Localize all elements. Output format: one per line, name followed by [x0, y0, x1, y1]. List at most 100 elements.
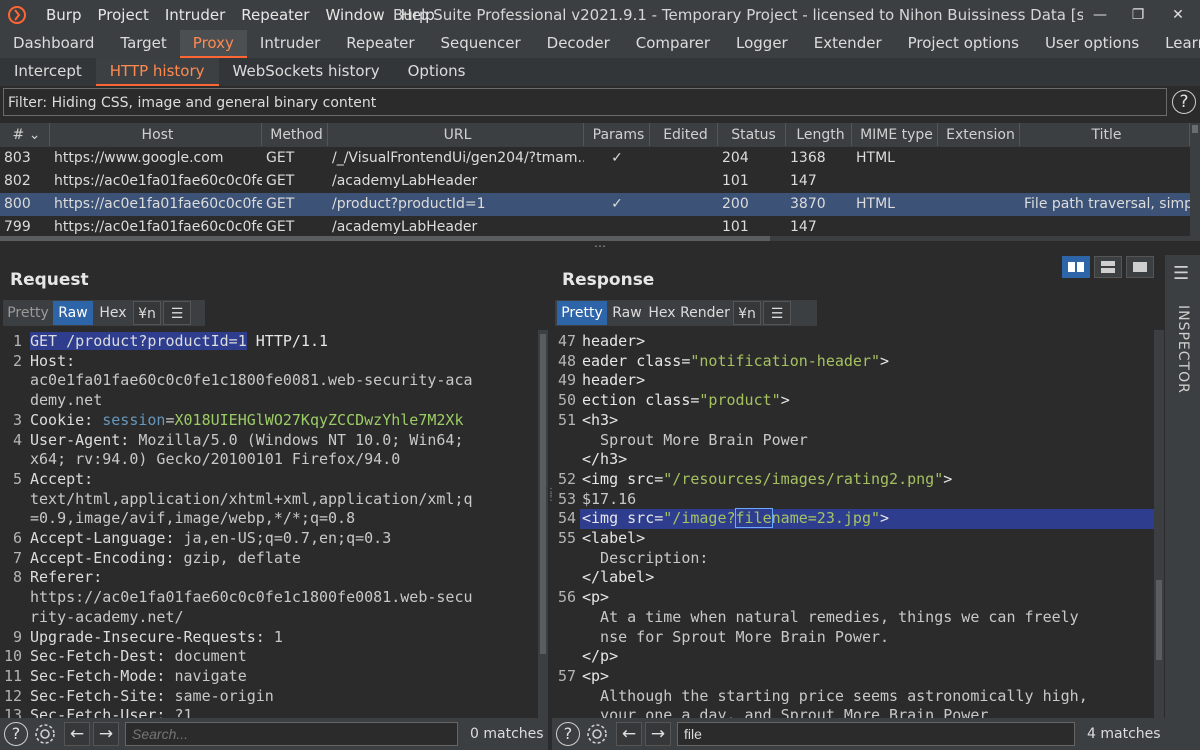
tab-project-options[interactable]: Project options	[895, 30, 1032, 58]
code-token: Accept-Language:	[30, 529, 184, 547]
code-token: your one a day, and Sprout More Brain Po…	[582, 706, 989, 718]
pane-divider-handle[interactable]: ⋯	[592, 240, 608, 252]
line-number: 10	[3, 647, 22, 666]
burp-logo-icon	[8, 6, 26, 24]
cell-host: https://ac0e1fa01fae60c0c0fe...	[54, 196, 262, 212]
window-title: Burp Suite Professional v2021.9.1 - Temp…	[393, 6, 1083, 24]
response-tab-newline[interactable]: ¥n	[733, 301, 761, 325]
close-button[interactable]: ✕	[1158, 0, 1198, 30]
tab-comparer[interactable]: Comparer	[623, 30, 723, 58]
menu-intruder[interactable]: Intruder	[157, 6, 233, 24]
column-header-mime-type[interactable]: MIME type	[852, 123, 938, 146]
layout-stacked-button[interactable]	[1094, 256, 1122, 278]
request-tab-raw[interactable]: Raw	[53, 301, 93, 325]
code-token: header>	[582, 332, 646, 350]
subtab-websockets-history[interactable]: WebSockets history	[219, 58, 394, 86]
tab-intruder[interactable]: Intruder	[247, 30, 333, 58]
subtab-options[interactable]: Options	[394, 58, 480, 86]
code-token: ection	[582, 391, 646, 410]
help-icon[interactable]: ?	[4, 722, 28, 746]
layout-side-by-side-button[interactable]	[1062, 256, 1090, 278]
column-header-host[interactable]: Host	[50, 123, 262, 146]
request-scrollbar[interactable]	[538, 330, 548, 718]
tab-extender[interactable]: Extender	[801, 30, 895, 58]
code-token: src	[627, 469, 655, 488]
tab-logger[interactable]: Logger	[723, 30, 801, 58]
response-search-input[interactable]	[677, 722, 1075, 746]
previous-match-button[interactable]: ←	[616, 722, 642, 746]
column-header-label: Edited	[663, 127, 708, 143]
response-title: Response	[562, 270, 655, 290]
gear-icon[interactable]	[33, 722, 57, 746]
column-header-length[interactable]: Length	[786, 123, 852, 146]
table-row[interactable]: 802 https://ac0e1fa01fae60c0c0fe... GET/ac…	[0, 170, 1190, 193]
filter-bar[interactable]: Filter: Hiding CSS, image and general bi…	[3, 88, 1167, 116]
request-tab-pretty[interactable]: Pretty	[5, 301, 51, 325]
table-row[interactable]: 800 https://ac0e1fa01fae60c0c0fe... GET/pr…	[0, 193, 1190, 216]
tab-proxy[interactable]: Proxy	[179, 30, 247, 58]
help-icon[interactable]: ?	[556, 722, 580, 746]
request-editor[interactable]: 1 GET /product?productId=1 HTTP/1.1 2 Host:…	[0, 330, 538, 718]
column-header-params[interactable]: Params	[584, 123, 650, 146]
column-header-extension[interactable]: Extension	[938, 123, 1020, 146]
code-line: Sec-Fetch-User: ?1	[30, 706, 193, 718]
code-token: </p>	[582, 647, 619, 666]
inspector-menu-icon[interactable]: ☰	[1173, 263, 1189, 284]
request-search-input[interactable]	[125, 722, 458, 746]
column-header-status[interactable]: Status	[718, 123, 786, 146]
column-header-label: URL	[443, 127, 472, 143]
menu-repeater[interactable]: Repeater	[233, 6, 317, 24]
tab-decoder[interactable]: Decoder	[534, 30, 623, 58]
response-tab-pretty[interactable]: Pretty	[557, 301, 607, 325]
sort-chevron-icon: ⌄	[28, 127, 41, 143]
cell-mime	[852, 170, 938, 193]
request-tab-hex[interactable]: Hex	[95, 301, 131, 325]
response-tab-hex[interactable]: Hex	[647, 301, 677, 325]
next-match-button[interactable]: →	[93, 722, 119, 746]
response-tab-raw[interactable]: Raw	[609, 301, 645, 325]
menu-window[interactable]: Window	[317, 6, 392, 24]
table-row[interactable]: 803 https://www.google.com GET /_/VisualFro…	[0, 147, 1190, 170]
menu-project[interactable]: Project	[90, 6, 157, 24]
layout-tabbed-button[interactable]	[1126, 256, 1154, 278]
response-tab-menu[interactable]: ☰	[763, 301, 791, 325]
column-header-method[interactable]: Method	[262, 123, 328, 146]
code-token: </h3>	[582, 450, 628, 469]
code-line: https://ac0e1fa01fae60c0c0fe1c1800fe0081…	[30, 588, 473, 606]
code-line: <label>	[582, 529, 645, 547]
column-header-url[interactable]: URL	[328, 123, 584, 146]
column-header-title[interactable]: Title	[1020, 123, 1190, 146]
response-scrollbar[interactable]	[1154, 330, 1164, 718]
tab-target[interactable]: Target	[107, 30, 179, 58]
cell-length: 147	[790, 173, 817, 189]
cell-method: GET	[266, 150, 295, 166]
subtab-http-history[interactable]: HTTP history	[95, 58, 219, 86]
next-match-button[interactable]: →	[645, 722, 671, 746]
request-tab-newline[interactable]: ¥n	[133, 301, 161, 325]
column-header-edited[interactable]: Edited	[650, 123, 718, 146]
tab-repeater[interactable]: Repeater	[333, 30, 427, 58]
subtab-intercept[interactable]: Intercept	[0, 58, 96, 86]
code-token: Sec-Fetch-Site:	[30, 686, 175, 705]
history-vertical-scrollbar[interactable]	[1190, 123, 1200, 241]
response-editor[interactable]: 47 header> 48 eader class="notification-hea…	[552, 330, 1154, 718]
help-icon[interactable]: ?	[1172, 90, 1196, 114]
code-token: <p>	[582, 588, 610, 607]
restore-button[interactable]: ❐	[1118, 0, 1158, 30]
tab-sequencer[interactable]: Sequencer	[428, 30, 534, 58]
cell-edited	[650, 147, 718, 170]
code-token: name=23.jpg"	[771, 509, 881, 528]
code-token: navigate	[174, 666, 247, 685]
inspector-panel[interactable]: ☰ INSPECTOR	[1165, 255, 1200, 750]
gear-icon[interactable]	[585, 722, 609, 746]
tab-dashboard[interactable]: Dashboard	[0, 30, 107, 58]
request-tab-menu[interactable]: ☰	[163, 301, 191, 325]
previous-match-button[interactable]: ←	[64, 722, 90, 746]
tab-learn[interactable]: Learn	[1152, 30, 1200, 58]
minimize-button[interactable]: —	[1080, 0, 1120, 30]
response-tab-render[interactable]: Render	[679, 301, 731, 325]
code-line: </label>	[582, 568, 654, 586]
tab-user-options[interactable]: User options	[1032, 30, 1152, 58]
menu-burp[interactable]: Burp	[38, 6, 90, 24]
column-header-number[interactable]: # ⌄	[0, 123, 50, 146]
